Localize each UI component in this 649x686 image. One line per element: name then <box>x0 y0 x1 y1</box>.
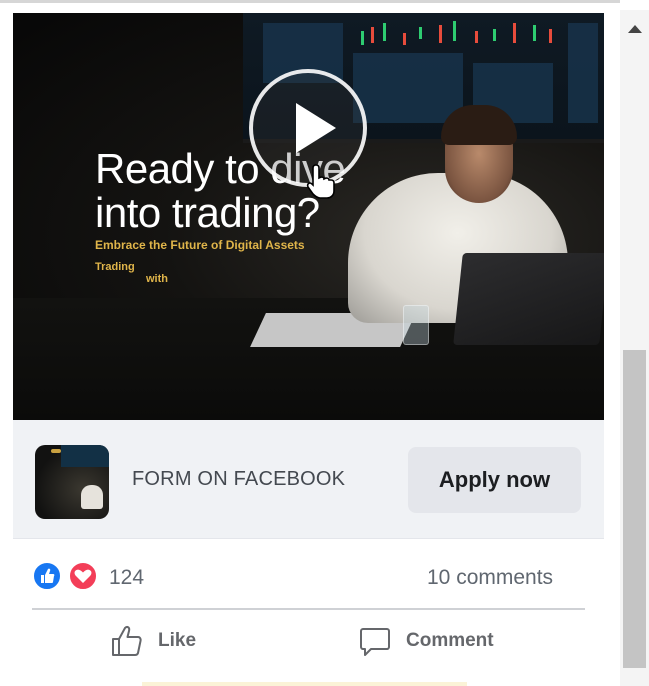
laptop <box>453 253 604 345</box>
comment-label: Comment <box>406 630 494 651</box>
heart-reaction-icon <box>68 561 98 591</box>
divider <box>13 538 604 539</box>
video-trading-text: Trading <box>95 261 135 273</box>
reaction-count[interactable]: 124 <box>109 566 144 590</box>
top-border <box>0 0 620 10</box>
hand-cursor-icon <box>306 164 335 199</box>
apply-now-button[interactable]: Apply now <box>408 447 581 513</box>
thumbs-up-reaction-icon <box>32 561 62 591</box>
water-glass <box>403 305 429 345</box>
comments-count-link[interactable]: 10 comments <box>427 566 553 590</box>
divider <box>32 608 585 610</box>
video-subline: Embrace the Future of Digital Assets <box>95 238 305 252</box>
like-button[interactable]: Like <box>110 620 196 662</box>
bottom-edge-hint <box>142 682 467 686</box>
scrollbar[interactable] <box>620 10 649 686</box>
video-player[interactable]: Ready to dive into trading? Embrace the … <box>13 13 604 420</box>
scrollbar-thumb[interactable] <box>623 350 646 668</box>
comment-bubble-icon <box>360 628 390 656</box>
ad-thumbnail[interactable] <box>35 445 109 519</box>
video-with-text: with <box>146 273 168 285</box>
call-to-action-bar: FORM ON FACEBOOK Apply now <box>13 420 604 538</box>
scroll-up-arrow-icon[interactable] <box>628 25 642 33</box>
like-label: Like <box>158 630 197 651</box>
form-source-label: FORM ON FACEBOOK <box>132 468 346 490</box>
comment-button[interactable]: Comment <box>358 620 494 662</box>
thumbs-up-icon <box>112 626 142 656</box>
candlestick-graphic <box>361 21 552 45</box>
